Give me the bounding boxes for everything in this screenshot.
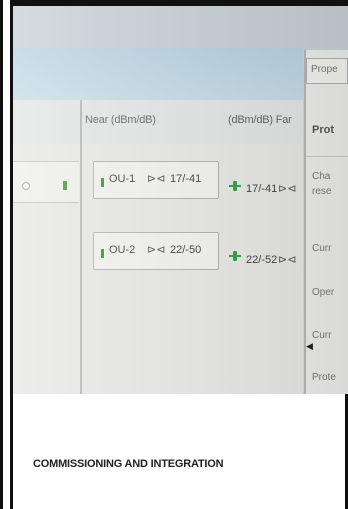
screen-toolbar-area [13, 6, 348, 48]
link-icon[interactable] [227, 248, 243, 264]
ou-1-name: OU-1 [109, 173, 136, 185]
panel-row-2: rese [312, 186, 332, 197]
ou-2-card[interactable]: OU-2 ⊳⊲ 22/-50 [93, 232, 219, 270]
panel-title: Prot [312, 124, 334, 136]
connector-icon: ⊳⊲ [278, 183, 297, 195]
panel-row-6: Prote [312, 372, 336, 383]
ou-1-near-value: 17/-41 [170, 173, 202, 185]
green-led-icon [101, 178, 104, 187]
tab-properties[interactable]: Prope [306, 58, 348, 84]
column-divider [80, 100, 82, 394]
ou-1-far-value: 17/-41 [246, 183, 278, 195]
connector-icon: ⊳⊲ [278, 254, 297, 266]
page-caption: COMMISSIONING AND INTEGRATION [33, 458, 224, 470]
connector-icon: ⊳⊲ [147, 173, 166, 185]
ou-1-card[interactable]: OU-1 ⊳⊲ 17/-41 [93, 161, 219, 199]
panel-row-3: Curr [312, 243, 332, 254]
screen-photo: Near (dBm/dB) (dBm/dB) Far OU-1 ⊳⊲ 17/-4… [13, 6, 348, 394]
radio-icon[interactable] [22, 182, 30, 190]
tab-properties-label: Prope [311, 64, 338, 75]
title-band [13, 48, 303, 100]
header-near: Near (dBm/dB) [85, 114, 156, 126]
green-led-icon [101, 249, 104, 258]
page-border-left [0, 0, 3, 509]
panel-row-4: Oper [312, 287, 335, 298]
ou-2-name: OU-2 [109, 244, 136, 256]
ou-2-far-value: 22/-52 [246, 254, 278, 266]
connector-icon: ⊳⊲ [147, 244, 166, 256]
green-led-icon [63, 181, 67, 190]
panel-row-1: Cha [312, 171, 331, 182]
collapse-arrow-icon[interactable]: ◀ [306, 341, 313, 352]
panel-separator [306, 156, 348, 157]
link-icon[interactable] [227, 178, 243, 194]
ou-2-near-value: 22/-50 [170, 244, 202, 256]
panel-row-5: Curr [312, 330, 332, 341]
header-far: (dBm/dB) Far [228, 114, 292, 126]
